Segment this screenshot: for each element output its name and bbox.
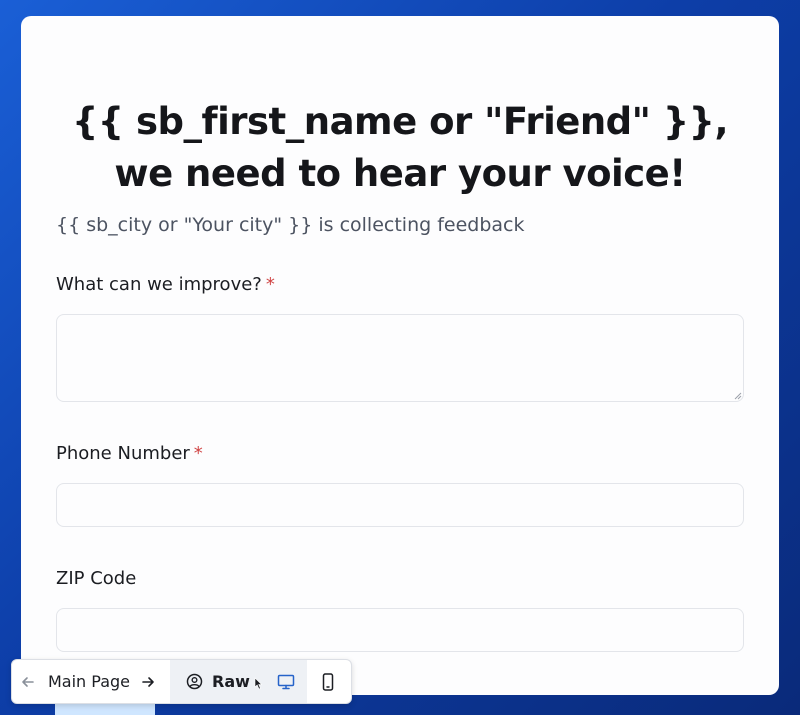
improve-label: What can we improve? *	[56, 274, 275, 295]
user-circle-icon	[186, 673, 203, 690]
required-asterisk: *	[193, 443, 203, 464]
phone-label-text: Phone Number	[56, 443, 190, 464]
zip-input[interactable]	[56, 608, 744, 652]
zip-label-text: ZIP Code	[56, 568, 137, 589]
page-label: Main Page	[48, 672, 131, 691]
zip-label: ZIP Code	[56, 568, 136, 589]
desktop-view-button[interactable]	[265, 660, 307, 703]
desktop-icon	[277, 674, 295, 689]
preview-toolbar: Main Page Raw	[11, 659, 352, 704]
mobile-icon	[322, 672, 334, 691]
next-page-button[interactable]	[140, 660, 162, 703]
page-selector[interactable]: Main Page	[48, 660, 130, 703]
form-headline: {{ sb_first_name or "Friend" }}, we need…	[21, 96, 779, 200]
resize-grip-icon[interactable]	[734, 392, 742, 400]
raw-mode-button[interactable]: Raw	[170, 660, 265, 703]
arrow-left-icon	[22, 676, 34, 687]
form-subtitle: {{ sb_city or "Your city" }} is collecti…	[56, 214, 525, 236]
headline-line-2: we need to hear your voice!	[114, 152, 686, 195]
headline-line-1: {{ sb_first_name or "Friend" }},	[71, 100, 729, 143]
mouse-cursor	[254, 677, 263, 690]
phone-label: Phone Number *	[56, 443, 203, 464]
cursor-icon	[254, 677, 263, 690]
improve-label-text: What can we improve?	[56, 274, 262, 295]
improve-textarea[interactable]	[56, 314, 744, 402]
required-asterisk: *	[265, 274, 275, 295]
form-card: {{ sb_first_name or "Friend" }}, we need…	[21, 16, 779, 695]
arrow-right-icon	[142, 676, 154, 687]
mobile-view-button[interactable]	[309, 660, 347, 703]
background-tab-strip	[55, 704, 155, 715]
prev-page-button[interactable]	[20, 660, 44, 703]
phone-input[interactable]	[56, 483, 744, 527]
raw-mode-label: Raw	[212, 672, 250, 691]
